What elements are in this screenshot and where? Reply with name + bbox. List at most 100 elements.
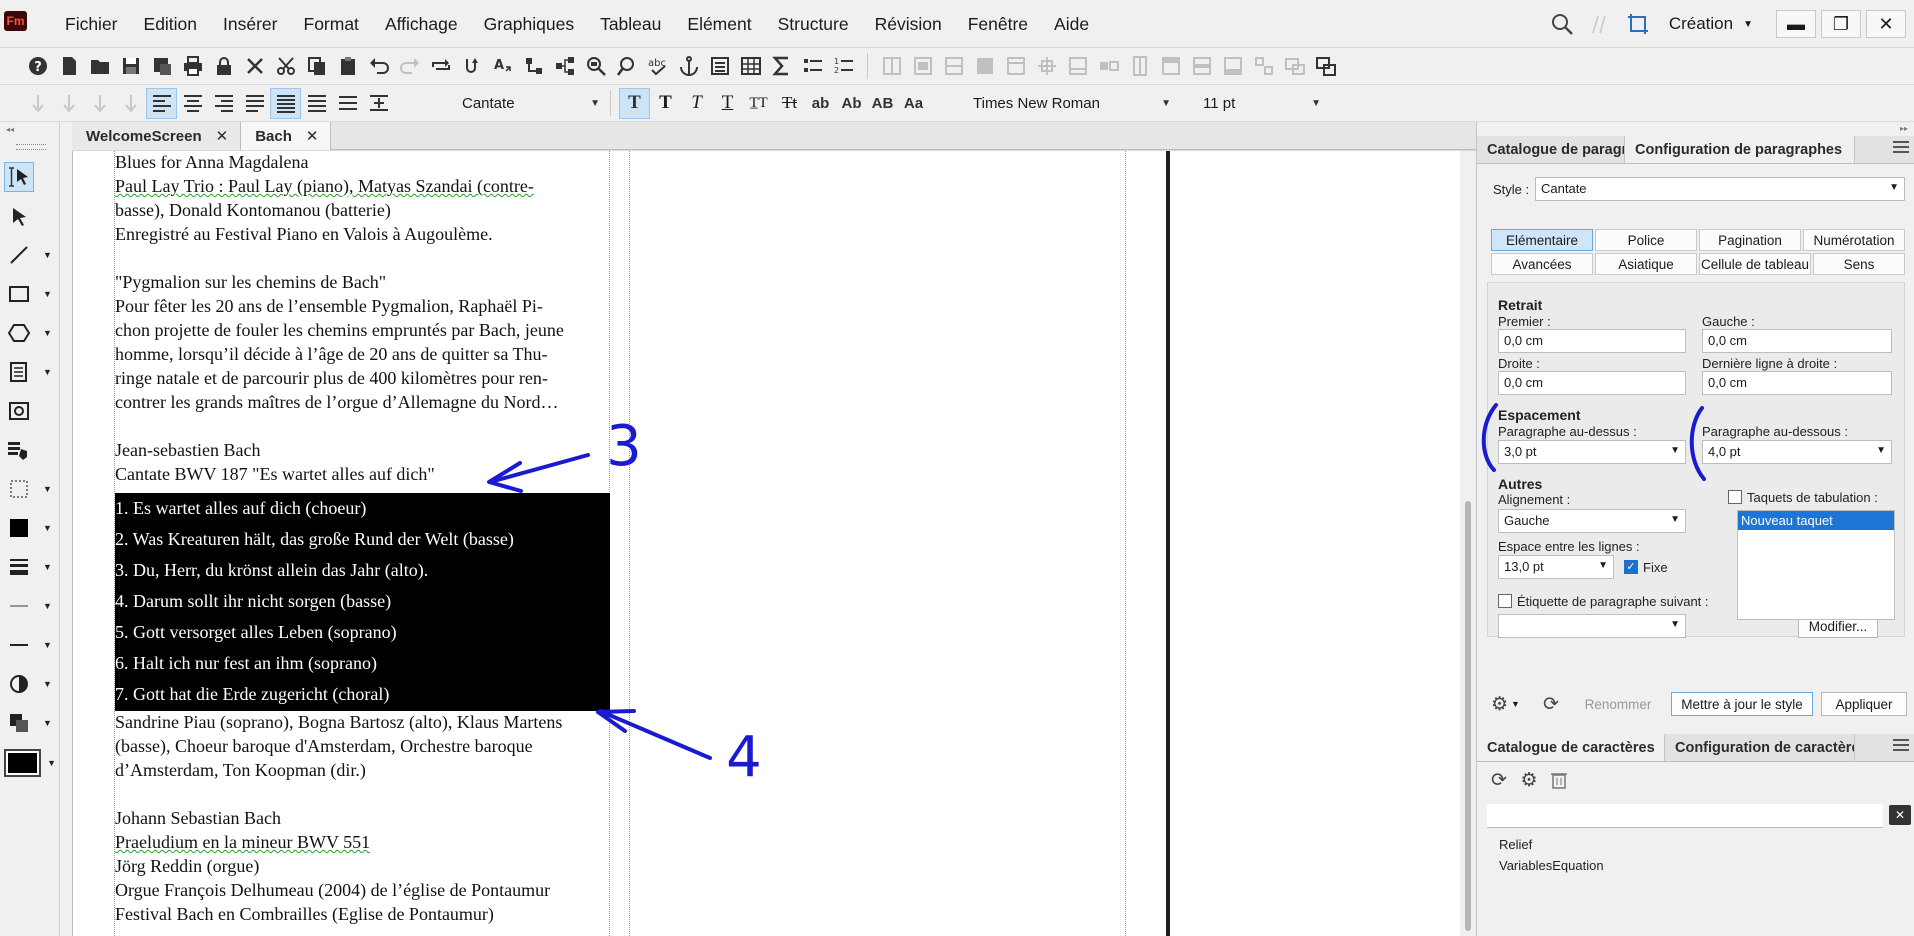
clear-search-icon[interactable]: ✕	[1889, 805, 1911, 825]
close-icon[interactable]: ✕	[216, 127, 229, 145]
text-frame-icon[interactable]	[704, 51, 735, 82]
tab-police[interactable]: Police	[1595, 229, 1697, 251]
spellcheck-icon[interactable]: abc	[642, 51, 673, 82]
close-doc-icon[interactable]	[239, 51, 270, 82]
save-as-icon[interactable]	[146, 51, 177, 82]
text-normal-button[interactable]: T	[619, 87, 650, 119]
text-overline-button[interactable]: T̲T	[743, 88, 774, 119]
copy-icon[interactable]	[301, 51, 332, 82]
rotate-icon[interactable]	[1585, 9, 1615, 39]
interligne-select[interactable]: 13,0 pt ▼	[1498, 555, 1614, 579]
tab-stop-item[interactable]: Nouveau taquet	[1738, 511, 1894, 530]
menu-affichage[interactable]: Affichage	[372, 14, 471, 35]
update-style-button[interactable]: Mettre à jour le style	[1671, 692, 1813, 716]
menu-fenetre[interactable]: Fenêtre	[955, 14, 1041, 35]
tool-current-color[interactable]: ▼	[4, 748, 56, 778]
menu-graphiques[interactable]: Graphiques	[471, 14, 587, 35]
tool-smart-select[interactable]	[4, 162, 56, 192]
table-icon[interactable]	[735, 51, 766, 82]
uppercase-button[interactable]: AB	[867, 88, 898, 119]
text-italic-button[interactable]: T	[681, 88, 712, 119]
derniere-ligne-input[interactable]: 0,0 cm	[1702, 371, 1892, 395]
font-size-select[interactable]: 11 pt ▼	[1197, 90, 1327, 116]
font-family-select[interactable]: Times New Roman ▼	[967, 90, 1177, 116]
zoom-icon[interactable]	[611, 51, 642, 82]
etiquette-checkbox[interactable]	[1498, 594, 1512, 608]
frame-bottom-icon[interactable]	[1217, 51, 1248, 82]
crop-frame-icon[interactable]	[1623, 9, 1653, 39]
cut-icon[interactable]	[270, 51, 301, 82]
reapply-icon[interactable]	[456, 51, 487, 82]
align-middle-icon[interactable]	[1031, 51, 1062, 82]
tab-elementaire[interactable]: Elémentaire	[1491, 229, 1593, 251]
spacing-single-icon[interactable]	[270, 87, 301, 119]
menu-edition[interactable]: Edition	[131, 14, 211, 35]
restore-button[interactable]: ❐	[1821, 10, 1861, 38]
minimize-button[interactable]: ▬	[1776, 10, 1816, 38]
save-icon[interactable]	[115, 51, 146, 82]
text-flow-icon[interactable]: A	[487, 51, 518, 82]
refresh-icon[interactable]: ⟳	[1539, 692, 1563, 716]
sigma-icon[interactable]	[766, 51, 797, 82]
tool-rectangle[interactable]: ▼	[4, 279, 56, 309]
premier-input[interactable]: 0,0 cm	[1498, 329, 1686, 353]
settings-menu[interactable]: ⚙ ▼	[1491, 692, 1531, 716]
paragraphe-dessous-select[interactable]: 4,0 pt ▼	[1702, 440, 1892, 464]
trash-icon[interactable]	[1547, 768, 1571, 792]
scrollbar-thumb[interactable]	[1465, 501, 1471, 931]
lowercase-button[interactable]: ab	[805, 88, 836, 119]
layout-panels-icon[interactable]	[1310, 51, 1341, 82]
spacing-onehalf-icon[interactable]	[301, 88, 332, 119]
find-icon[interactable]	[580, 51, 611, 82]
gauche-input[interactable]: 0,0 cm	[1702, 329, 1892, 353]
frame-top-icon[interactable]	[1155, 51, 1186, 82]
paragraph-style-select[interactable]: Cantate ▼	[456, 90, 606, 116]
menu-format[interactable]: Format	[291, 14, 372, 35]
tool-dotted-select[interactable]: ▼	[4, 474, 56, 504]
vertical-scrollbar[interactable]	[1460, 151, 1476, 936]
tab-stops-list[interactable]: Nouveau taquet	[1737, 510, 1895, 620]
character-search-input[interactable]	[1487, 804, 1883, 828]
undo-icon[interactable]	[363, 51, 394, 82]
repeat-icon[interactable]	[425, 51, 456, 82]
tab-welcomescreen[interactable]: WelcomeScreen ✕	[72, 122, 242, 150]
tool-fill-color[interactable]: ▼	[4, 513, 56, 543]
tool-object-select[interactable]	[4, 202, 56, 232]
taquets-checkbox[interactable]	[1728, 490, 1742, 504]
tool-text-frame[interactable]: ▼	[4, 357, 56, 387]
distribute-icon[interactable]	[1093, 51, 1124, 82]
align-left-icon[interactable]	[146, 87, 177, 119]
help-icon[interactable]: ?	[22, 51, 53, 82]
align-center-objects-icon[interactable]	[907, 51, 938, 82]
droite-input[interactable]: 0,0 cm	[1498, 371, 1686, 395]
tool-line-width[interactable]: ▼	[4, 552, 56, 582]
tool-overprint[interactable]: ▼	[4, 708, 56, 738]
gear-icon[interactable]: ⚙	[1517, 768, 1541, 792]
open-folder-icon[interactable]	[84, 51, 115, 82]
structure-icon[interactable]	[549, 51, 580, 82]
search-icon[interactable]	[1547, 9, 1577, 39]
tab-character-config[interactable]: Configuration de caractère	[1665, 734, 1855, 761]
fixe-checkbox[interactable]: ✓	[1624, 560, 1638, 574]
anchor-icon[interactable]	[673, 51, 704, 82]
layout-split-icon[interactable]	[1279, 51, 1310, 82]
paragraphe-dessus-select[interactable]: 3,0 pt ▼	[1498, 440, 1686, 464]
appliquer-button[interactable]: Appliquer	[1821, 692, 1907, 716]
align-center-icon[interactable]	[177, 88, 208, 119]
renommer-button[interactable]: Renommer	[1575, 692, 1661, 716]
frame-middle-icon[interactable]	[1186, 51, 1217, 82]
text-bold-button[interactable]: T	[650, 88, 681, 119]
align-right-objects-icon[interactable]	[938, 51, 969, 82]
menu-revision[interactable]: Révision	[862, 14, 955, 35]
tab-bach[interactable]: Bach ✕	[241, 122, 332, 150]
workspace-switcher[interactable]: Création ▼	[1669, 14, 1753, 34]
tab-cellule-de-tableau[interactable]: Cellule de tableau	[1699, 253, 1811, 275]
align-bottom-icon[interactable]	[1062, 51, 1093, 82]
tool-line-end[interactable]: ▼	[4, 630, 56, 660]
expand-arrows-icon[interactable]: ▸▸	[1900, 124, 1908, 133]
spacing-double-icon[interactable]	[332, 88, 363, 119]
refresh-icon[interactable]: ⟳	[1487, 768, 1511, 792]
fill-object-icon[interactable]	[969, 51, 1000, 82]
align-left-objects-icon[interactable]	[876, 51, 907, 82]
character-format-item[interactable]: Relief	[1499, 837, 1532, 852]
